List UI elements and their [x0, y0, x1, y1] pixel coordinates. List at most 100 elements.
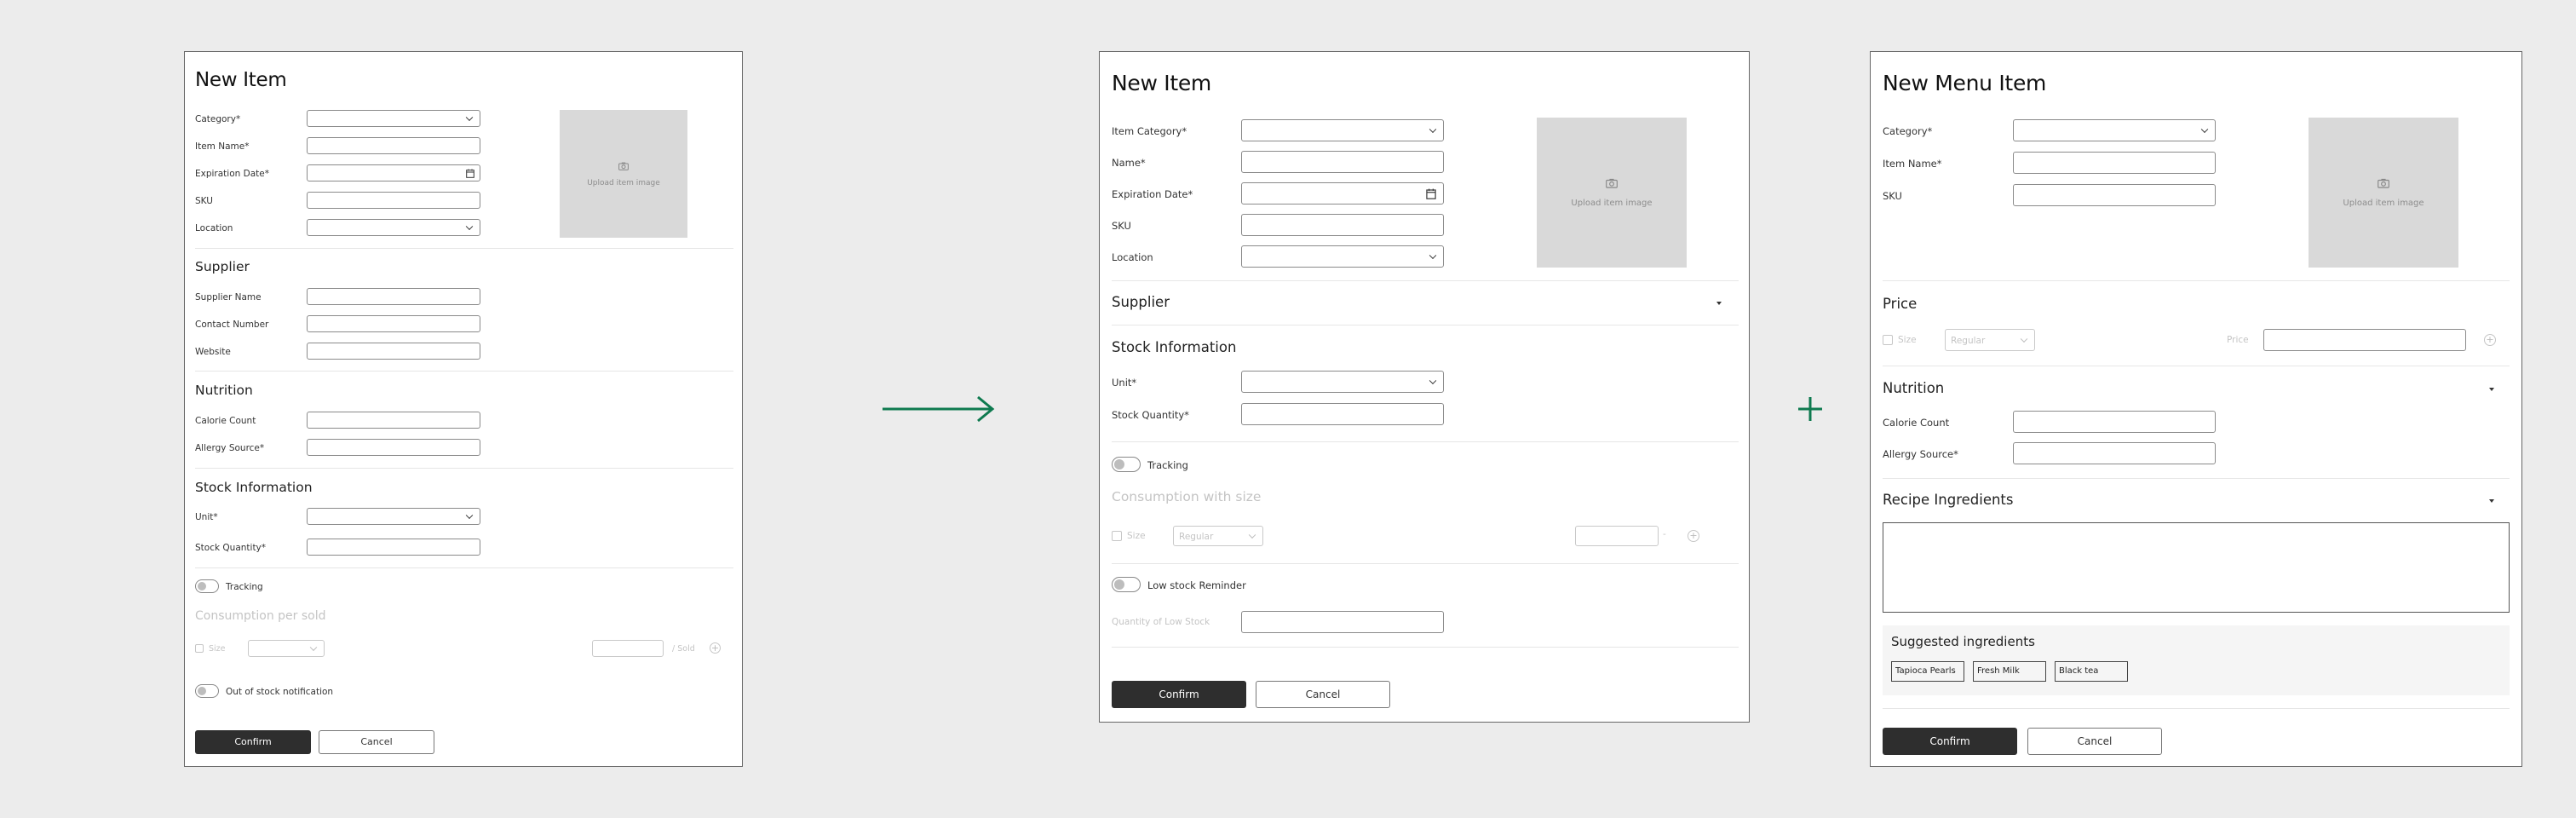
- ingredient-chip[interactable]: Fresh Milk: [1973, 661, 2046, 682]
- category-select[interactable]: [307, 110, 480, 127]
- allergy-source-input[interactable]: [2013, 442, 2216, 464]
- contact-number-input[interactable]: [307, 315, 480, 332]
- divider: [1112, 563, 1739, 564]
- caret-down-icon[interactable]: [2489, 388, 2494, 391]
- size-checkbox[interactable]: [195, 644, 204, 653]
- sku-input[interactable]: [307, 192, 480, 209]
- recipe-ingredients-textarea[interactable]: [1883, 522, 2510, 613]
- sku-label: SKU: [195, 196, 213, 206]
- calorie-count-input[interactable]: [2013, 411, 2216, 433]
- expiration-date-input[interactable]: [1241, 182, 1444, 204]
- size-select[interactable]: Regular: [1173, 526, 1263, 546]
- unit-select[interactable]: [1241, 371, 1444, 393]
- sku-input[interactable]: [2013, 184, 2216, 206]
- image-upload-area[interactable]: Upload item image: [560, 110, 687, 238]
- cancel-button[interactable]: Cancel: [1256, 681, 1390, 708]
- sku-input[interactable]: [1241, 214, 1444, 236]
- size-label: Size: [1127, 531, 1146, 541]
- item-category-select[interactable]: [1241, 119, 1444, 141]
- consumption-quantity-input[interactable]: [1575, 526, 1659, 546]
- calorie-count-label: Calorie Count: [1883, 417, 1950, 429]
- confirm-button[interactable]: Confirm: [195, 730, 311, 754]
- stock-quantity-label: Stock Quantity*: [1112, 409, 1189, 421]
- image-upload-label: Upload item image: [1571, 199, 1653, 209]
- divider: [1883, 478, 2510, 479]
- allergy-source-label: Allergy Source*: [195, 443, 265, 453]
- image-upload-area[interactable]: Upload item image: [2309, 118, 2458, 268]
- item-name-input[interactable]: [307, 137, 480, 154]
- stock-quantity-input[interactable]: [307, 539, 480, 556]
- size-select-value: Regular: [1179, 532, 1214, 542]
- image-upload-label: Upload item image: [2343, 199, 2424, 209]
- ingredient-chip[interactable]: Black tea: [2055, 661, 2128, 682]
- out-of-stock-toggle[interactable]: [195, 684, 219, 698]
- low-stock-quantity-input[interactable]: [1241, 611, 1444, 633]
- name-input[interactable]: [1241, 151, 1444, 173]
- allergy-source-input[interactable]: [307, 439, 480, 456]
- nutrition-heading: Nutrition: [195, 383, 253, 398]
- item-name-input[interactable]: [2013, 152, 2216, 174]
- location-select[interactable]: [307, 219, 480, 236]
- per-sold-label: / Sold: [672, 644, 695, 654]
- divider: [195, 248, 733, 249]
- low-stock-toggle[interactable]: [1112, 577, 1141, 592]
- tracking-label: Tracking: [226, 582, 263, 592]
- size-checkbox[interactable]: [1112, 531, 1122, 541]
- confirm-button[interactable]: Confirm: [1883, 728, 2017, 755]
- unit-select[interactable]: [307, 508, 480, 525]
- unit-label: Unit*: [1112, 377, 1137, 389]
- image-upload-area[interactable]: Upload item image: [1537, 118, 1687, 268]
- low-stock-label: Low stock Reminder: [1147, 579, 1246, 591]
- caret-down-icon[interactable]: [1716, 302, 1722, 305]
- calendar-icon[interactable]: [1426, 188, 1436, 199]
- divider: [1883, 280, 2510, 281]
- camera-icon: [618, 162, 629, 170]
- size-label: Size: [1898, 335, 1917, 345]
- location-select[interactable]: [1241, 245, 1444, 268]
- suggested-ingredients-heading: Suggested ingredients: [1891, 634, 2035, 649]
- tracking-toggle[interactable]: [195, 579, 219, 593]
- size-checkbox[interactable]: [1883, 335, 1893, 345]
- divider: [195, 567, 733, 568]
- divider: [195, 468, 733, 469]
- out-of-stock-label: Out of stock notification: [226, 687, 334, 697]
- image-upload-label: Upload item image: [587, 179, 660, 187]
- item-name-label: Item Name*: [195, 141, 250, 152]
- divider: [195, 371, 733, 372]
- form-title: New Menu Item: [1883, 71, 2047, 95]
- size-select[interactable]: Regular: [1945, 329, 2035, 351]
- category-select[interactable]: [2013, 119, 2216, 141]
- consumption-quantity-input[interactable]: [592, 640, 664, 657]
- location-label: Location: [1112, 251, 1153, 263]
- add-circle-icon[interactable]: +: [2484, 334, 2496, 346]
- expiration-date-input[interactable]: [307, 164, 480, 181]
- caret-down-icon[interactable]: [2489, 499, 2494, 503]
- recipe-ingredients-heading: Recipe Ingredients: [1883, 492, 2014, 508]
- unit-label: Unit*: [195, 512, 218, 522]
- stock-information-heading: Stock Information: [195, 480, 313, 495]
- tracking-toggle[interactable]: [1112, 457, 1141, 472]
- add-circle-icon[interactable]: +: [710, 642, 721, 654]
- calorie-count-label: Calorie Count: [195, 416, 256, 426]
- cancel-button[interactable]: Cancel: [319, 730, 434, 754]
- cancel-button[interactable]: Cancel: [2027, 728, 2162, 755]
- category-label: Category*: [1883, 125, 1933, 137]
- calendar-icon[interactable]: [466, 169, 474, 178]
- supplier-heading: Supplier: [1112, 294, 1170, 310]
- item-category-label: Item Category*: [1112, 125, 1187, 137]
- price-input[interactable]: [2263, 329, 2466, 351]
- camera-icon: [2378, 179, 2389, 189]
- supplier-name-input[interactable]: [307, 288, 480, 305]
- website-label: Website: [195, 347, 231, 357]
- confirm-button[interactable]: Confirm: [1112, 681, 1246, 708]
- name-label: Name*: [1112, 157, 1146, 169]
- stock-quantity-input[interactable]: [1241, 403, 1444, 425]
- ingredient-chip[interactable]: Tapioca Pearls: [1891, 661, 1964, 682]
- location-label: Location: [195, 223, 233, 233]
- add-circle-icon[interactable]: +: [1688, 530, 1699, 542]
- new-item-form-v2: New Item Item Category* Name* Expiration…: [1099, 51, 1750, 723]
- form-title: New Item: [1112, 71, 1211, 95]
- size-select[interactable]: [248, 640, 325, 657]
- calorie-count-input[interactable]: [307, 412, 480, 429]
- website-input[interactable]: [307, 343, 480, 360]
